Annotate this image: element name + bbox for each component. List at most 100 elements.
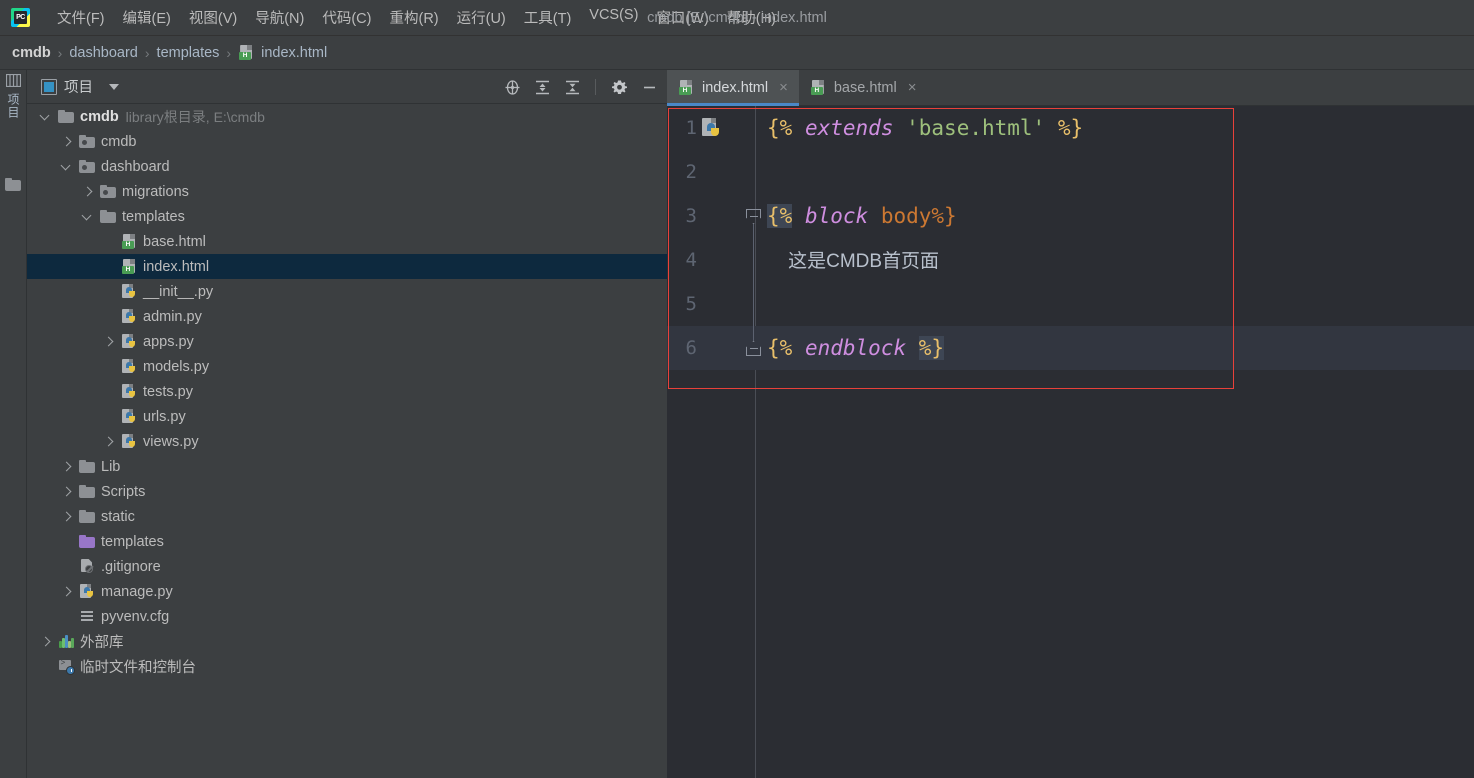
- menu-tools[interactable]: 工具(T): [515, 4, 581, 31]
- code-line-1[interactable]: 1 {% extends 'base.html' %}: [667, 106, 1474, 150]
- code-line-6[interactable]: 6 {% endblock %}: [667, 326, 1474, 370]
- code-line-text: 这是CMDB首页面: [767, 238, 939, 282]
- tree-item-外部库[interactable]: 外部库: [27, 629, 667, 654]
- chevron-down-icon[interactable]: [81, 210, 94, 223]
- code-fold-open-icon[interactable]: [746, 209, 761, 224]
- tree-item-apps-py[interactable]: apps.py: [27, 329, 667, 354]
- code-fold-end-icon[interactable]: [746, 341, 761, 356]
- tool-window-button-project[interactable]: 项目: [0, 73, 27, 119]
- python-related-file-icon[interactable]: [701, 117, 723, 139]
- code-token: body%}: [880, 204, 957, 228]
- editor-tab-base-html[interactable]: Hbase.html ×: [799, 70, 928, 105]
- menu-navigate[interactable]: 导航(N): [246, 4, 313, 31]
- tree-item-static[interactable]: static: [27, 504, 667, 529]
- external-libraries-icon: [58, 633, 75, 650]
- menu-refactor[interactable]: 重构(R): [380, 4, 447, 31]
- tree-item-scripts[interactable]: Scripts: [27, 479, 667, 504]
- breadcrumb-separator: ›: [57, 44, 63, 61]
- tree-item-templates[interactable]: templates: [27, 529, 667, 554]
- editor-tab-index-html[interactable]: Hindex.html ×: [667, 70, 799, 106]
- python-file-icon: [121, 408, 138, 425]
- close-icon[interactable]: ×: [779, 80, 788, 95]
- chevron-right-icon[interactable]: [60, 585, 73, 598]
- line-number: 1: [685, 117, 697, 139]
- tree-item---init---py[interactable]: __init__.py: [27, 279, 667, 304]
- tree-item-label: templates: [122, 208, 185, 225]
- editor-area: Hindex.html × Hbase.html × 1 {% extends 'bas…: [667, 70, 1474, 778]
- html-file-icon: H: [678, 79, 695, 96]
- menu-edit[interactable]: 编辑(E): [114, 4, 180, 31]
- tree-item-lib[interactable]: Lib: [27, 454, 667, 479]
- hide-panel-icon[interactable]: [639, 77, 659, 97]
- project-tree[interactable]: cmdb library根目录, E:\cmdb cmdb dashboard migr…: [27, 104, 667, 778]
- tree-item-admin-py[interactable]: admin.py: [27, 304, 667, 329]
- tree-item-base-html[interactable]: Hbase.html: [27, 229, 667, 254]
- expand-all-icon[interactable]: [532, 77, 552, 97]
- code-token: {%: [767, 336, 793, 360]
- breadcrumb-item-index-html[interactable]: Hindex.html: [238, 44, 327, 61]
- tree-item-临时文件和控制台[interactable]: 临时文件和控制台: [27, 654, 667, 679]
- code-line-2[interactable]: 2: [667, 150, 1474, 194]
- tree-item-cmdb[interactable]: cmdb: [27, 129, 667, 154]
- chevron-right-icon[interactable]: [81, 185, 94, 198]
- chevron-down-icon[interactable]: [109, 83, 119, 90]
- tree-item-pyvenv-cfg[interactable]: pyvenv.cfg: [27, 604, 667, 629]
- breadcrumb-separator: ›: [144, 44, 150, 61]
- chevron-down-icon[interactable]: [39, 110, 52, 123]
- tree-no-toggle: [60, 610, 73, 623]
- tool-window-label-project: 项目: [6, 93, 20, 119]
- tree-item-label: manage.py: [101, 583, 173, 600]
- line-number: 3: [685, 205, 697, 227]
- code-token: %}: [1057, 116, 1084, 140]
- menu-file[interactable]: 文件(F): [48, 4, 114, 31]
- tree-item-templates[interactable]: templates: [27, 204, 667, 229]
- editor-tab-label: base.html: [833, 79, 897, 96]
- breadcrumb-item-cmdb[interactable]: cmdb: [12, 45, 51, 61]
- tree-no-toggle: [102, 260, 115, 273]
- html-file-icon: H: [121, 258, 138, 275]
- locate-file-icon[interactable]: [502, 77, 522, 97]
- code-line-3[interactable]: 3 {% block body%}: [667, 194, 1474, 238]
- tree-item-cmdb[interactable]: cmdb library根目录, E:\cmdb: [27, 104, 667, 129]
- chevron-right-icon[interactable]: [102, 435, 115, 448]
- chevron-right-icon[interactable]: [60, 135, 73, 148]
- tree-item-models-py[interactable]: models.py: [27, 354, 667, 379]
- menu-run[interactable]: 运行(U): [448, 4, 515, 31]
- tree-item--gitignore[interactable]: .gitignore: [27, 554, 667, 579]
- tree-item-views-py[interactable]: views.py: [27, 429, 667, 454]
- menu-window[interactable]: 窗口(W): [647, 4, 717, 31]
- tree-item-urls-py[interactable]: urls.py: [27, 404, 667, 429]
- tree-item-migrations[interactable]: migrations: [27, 179, 667, 204]
- tree-item-label: views.py: [143, 433, 199, 450]
- code-editor[interactable]: 1 {% extends 'base.html' %} 2 3 {% block bod…: [667, 106, 1474, 778]
- chevron-right-icon[interactable]: [102, 335, 115, 348]
- menu-view[interactable]: 视图(V): [180, 4, 246, 31]
- tree-item-manage-py[interactable]: manage.py: [27, 579, 667, 604]
- menu-help[interactable]: 帮助(H): [718, 4, 785, 31]
- breadcrumb-item-templates[interactable]: templates: [157, 45, 220, 61]
- code-line-5[interactable]: 5: [667, 282, 1474, 326]
- collapse-all-icon[interactable]: [562, 77, 582, 97]
- tool-window-button-folder[interactable]: [0, 176, 27, 193]
- chevron-right-icon[interactable]: [60, 460, 73, 473]
- settings-gear-icon[interactable]: [609, 77, 629, 97]
- tree-item-tests-py[interactable]: tests.py: [27, 379, 667, 404]
- code-token: 'base.html': [906, 116, 1046, 140]
- menu-vcs[interactable]: VCS(S): [580, 4, 647, 31]
- line-number: 4: [685, 249, 697, 271]
- chevron-right-icon[interactable]: [60, 485, 73, 498]
- chevron-down-icon[interactable]: [60, 160, 73, 173]
- code-line-text: {% block body%}: [767, 194, 957, 238]
- chevron-right-icon[interactable]: [60, 510, 73, 523]
- code-token: extends: [804, 116, 894, 140]
- chevron-right-icon[interactable]: [39, 635, 52, 648]
- tree-item-label: migrations: [122, 183, 189, 200]
- menu-code[interactable]: 代码(C): [313, 4, 380, 31]
- code-line-4[interactable]: 4 这是CMDB首页面: [667, 238, 1474, 282]
- close-icon[interactable]: ×: [908, 80, 917, 95]
- tree-item-index-html[interactable]: Hindex.html: [27, 254, 667, 279]
- tree-item-label: pyvenv.cfg: [101, 608, 170, 625]
- tree-item-dashboard[interactable]: dashboard: [27, 154, 667, 179]
- breadcrumb-item-dashboard[interactable]: dashboard: [69, 45, 138, 61]
- tree-item-label: 外部库: [80, 635, 124, 651]
